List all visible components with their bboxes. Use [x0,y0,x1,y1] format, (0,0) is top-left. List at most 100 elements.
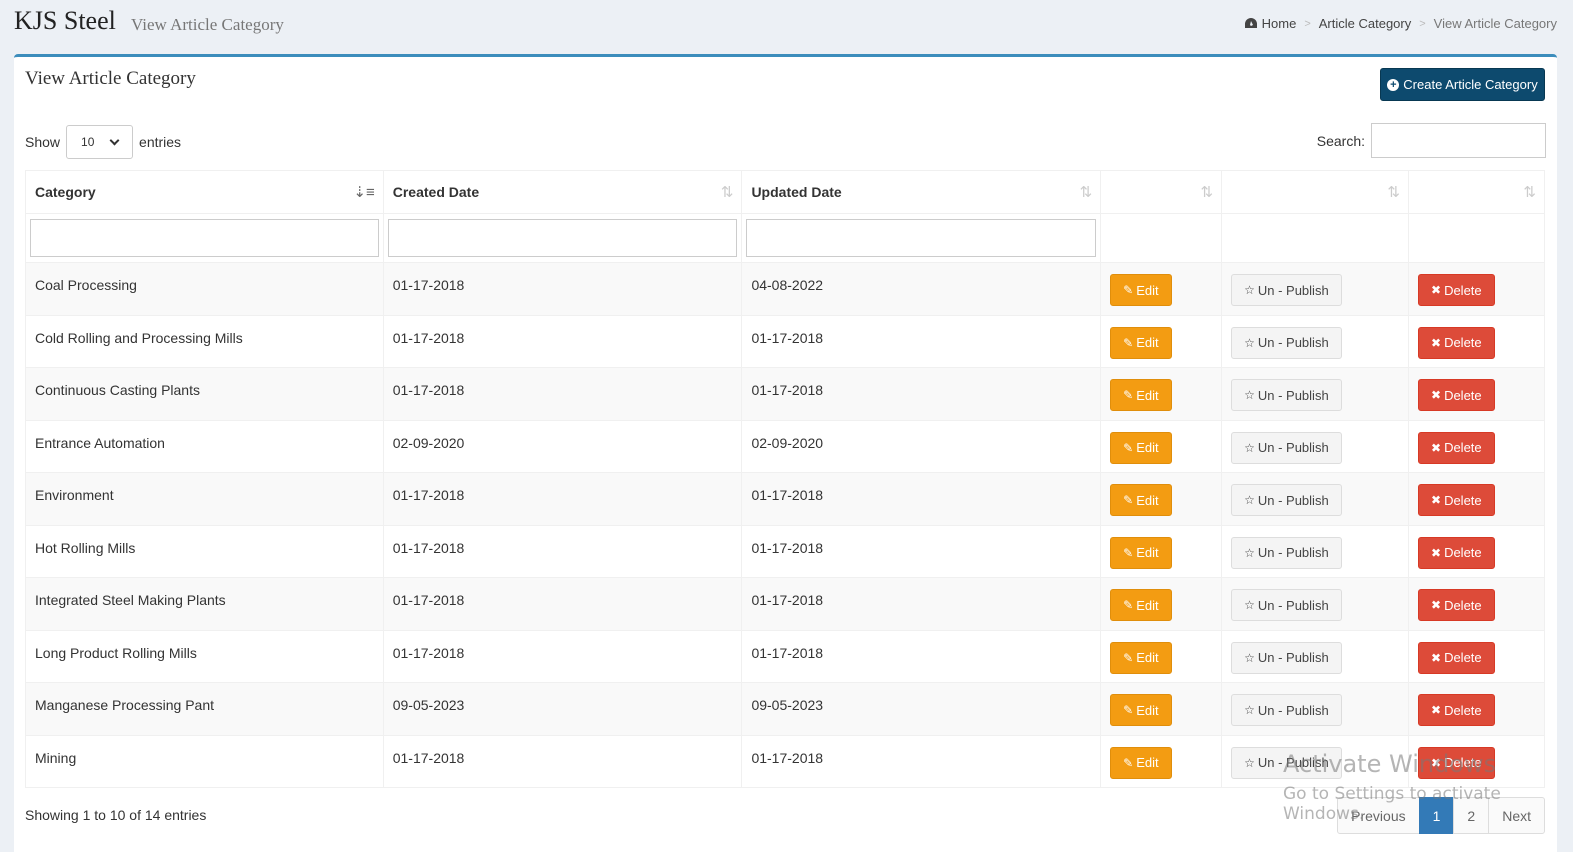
delete-button[interactable]: ✖ Delete [1418,431,1495,464]
pagination-page-1[interactable]: 1 [1418,797,1455,834]
delete-cell: ✖ Delete [1408,419,1545,473]
edit-button[interactable]: ✎ Edit [1110,326,1172,359]
pagination-next[interactable]: Next [1488,797,1545,834]
entries-select[interactable]: 10 [66,125,134,159]
publish-cell: ☆ Un - Publish [1221,367,1409,421]
publish-cell: ☆ Un - Publish [1221,472,1409,526]
star-icon: ☆ [1244,335,1255,350]
unpublish-button[interactable]: ☆ Un - Publish [1231,484,1342,516]
column-header-edit[interactable]: ⇅ [1100,170,1223,214]
created-date-cell: 01-17-2018 [382,472,743,526]
edit-cell: ✎ Edit [1100,367,1223,421]
star-icon: ☆ [1244,703,1255,717]
delete-cell: ✖ Delete [1408,367,1545,421]
column-header-publish[interactable]: ⇅ [1221,170,1409,214]
delete-button[interactable]: ✖ Delete [1418,379,1495,411]
filter-category-input[interactable] [30,219,379,257]
close-icon: ✖ [1431,755,1442,770]
edit-icon: ✎ [1123,283,1134,297]
page-subtitle: View Article Category [131,15,284,34]
plus-circle-icon: + [1387,78,1400,91]
star-icon: ☆ [1244,755,1255,770]
filter-created-date-input[interactable] [387,219,738,257]
breadcrumb-article-category[interactable]: Article Category [1319,16,1411,31]
pagination-previous[interactable]: Previous [1337,797,1420,834]
entries-label: entries [139,134,182,150]
table-row: Continuous Casting Plants 01-17-2018 01-17… [25,367,1545,421]
edit-button[interactable]: ✎ Edit [1110,484,1172,516]
created-date-cell: 01-17-2018 [382,314,743,368]
table-row: Coal Processing 01-17-2018 04-08-2022 ✎ Edit… [25,262,1545,316]
sort-icon: ⇅ [720,184,734,201]
category-cell: Long Product Rolling Mills [25,629,384,683]
unpublish-button[interactable]: ☆ Un - Publish [1231,694,1342,726]
publish-cell: ☆ Un - Publish [1221,682,1409,736]
delete-cell: ✖ Delete [1408,314,1545,368]
publish-cell: ☆ Un - Publish [1221,734,1409,788]
sort-icon: ⇅ [1079,184,1093,201]
updated-date-cell: 02-09-2020 [741,419,1102,473]
filter-updated-date-input[interactable] [746,219,1097,257]
publish-cell: ☆ Un - Publish [1221,262,1409,316]
unpublish-button[interactable]: ☆ Un - Publish [1231,641,1342,674]
edit-button[interactable]: ✎ Edit [1110,379,1172,411]
delete-button[interactable]: ✖ Delete [1418,694,1495,726]
delete-button[interactable]: ✖ Delete [1418,536,1495,569]
edit-button[interactable]: ✎ Edit [1110,641,1172,674]
edit-cell: ✎ Edit [1100,419,1223,473]
delete-button[interactable]: ✖ Delete [1418,641,1495,674]
updated-date-cell: 01-17-2018 [741,629,1102,683]
unpublish-button[interactable]: ☆ Un - Publish [1231,589,1342,621]
edit-icon: ✎ [1123,545,1134,560]
unpublish-button[interactable]: ☆ Un - Publish [1231,274,1342,306]
edit-button[interactable]: ✎ Edit [1110,536,1172,569]
column-header-category[interactable]: Category ⇣≡ [25,170,384,214]
category-cell: Cold Rolling and Processing Mills [25,314,384,368]
chevron-down-icon [109,135,120,145]
delete-button[interactable]: ✖ Delete [1418,589,1495,621]
delete-button[interactable]: ✖ Delete [1418,274,1495,306]
edit-button[interactable]: ✎ Edit [1110,589,1172,621]
close-icon: ✖ [1431,283,1442,297]
sort-ascending-icon: ⇣≡ [353,184,375,201]
edit-cell: ✎ Edit [1100,262,1223,316]
edit-button[interactable]: ✎ Edit [1110,746,1172,779]
unpublish-button[interactable]: ☆ Un - Publish [1231,746,1342,779]
delete-button[interactable]: ✖ Delete [1418,746,1495,779]
search-input[interactable] [1371,123,1546,158]
column-header-created-date[interactable]: Created Date ⇅ [382,170,743,214]
column-header-delete[interactable]: ⇅ [1408,170,1545,214]
star-icon: ☆ [1244,440,1255,455]
breadcrumb-home[interactable]: Home [1244,16,1296,31]
edit-icon: ✎ [1123,598,1134,612]
delete-button[interactable]: ✖ Delete [1418,484,1495,516]
updated-date-cell: 01-17-2018 [741,314,1102,368]
delete-button[interactable]: ✖ Delete [1418,326,1495,359]
edit-icon: ✎ [1123,650,1134,665]
table-info: Showing 1 to 10 of 14 entries [25,807,207,823]
pagination-page-2[interactable]: 2 [1453,797,1490,834]
column-header-updated-date[interactable]: Updated Date ⇅ [741,170,1102,214]
close-icon: ✖ [1431,545,1442,560]
table-row: Hot Rolling Mills 01-17-2018 01-17-2018 ✎ Ed… [25,524,1545,578]
unpublish-button[interactable]: ☆ Un - Publish [1231,536,1342,569]
filter-cell-category [25,213,384,263]
edit-button[interactable]: ✎ Edit [1110,431,1172,464]
updated-date-cell: 01-17-2018 [741,472,1102,526]
create-article-category-button[interactable]: + Create Article Category [1380,68,1545,101]
table-row: Mining 01-17-2018 01-17-2018 ✎ Edit ☆ Un - Pub… [25,734,1545,788]
created-date-cell: 09-05-2023 [382,682,743,736]
unpublish-button[interactable]: ☆ Un - Publish [1231,379,1342,411]
edit-cell: ✎ Edit [1100,682,1223,736]
unpublish-button[interactable]: ☆ Un - Publish [1231,431,1342,464]
edit-cell: ✎ Edit [1100,629,1223,683]
table-row: Integrated Steel Making Plants 01-17-2018… [25,577,1545,631]
delete-cell: ✖ Delete [1408,629,1545,683]
edit-cell: ✎ Edit [1100,524,1223,578]
edit-cell: ✎ Edit [1100,472,1223,526]
unpublish-button[interactable]: ☆ Un - Publish [1231,326,1342,359]
updated-date-cell: 01-17-2018 [741,734,1102,788]
category-cell: Continuous Casting Plants [25,367,384,421]
edit-button[interactable]: ✎ Edit [1110,274,1172,306]
edit-button[interactable]: ✎ Edit [1110,694,1172,726]
